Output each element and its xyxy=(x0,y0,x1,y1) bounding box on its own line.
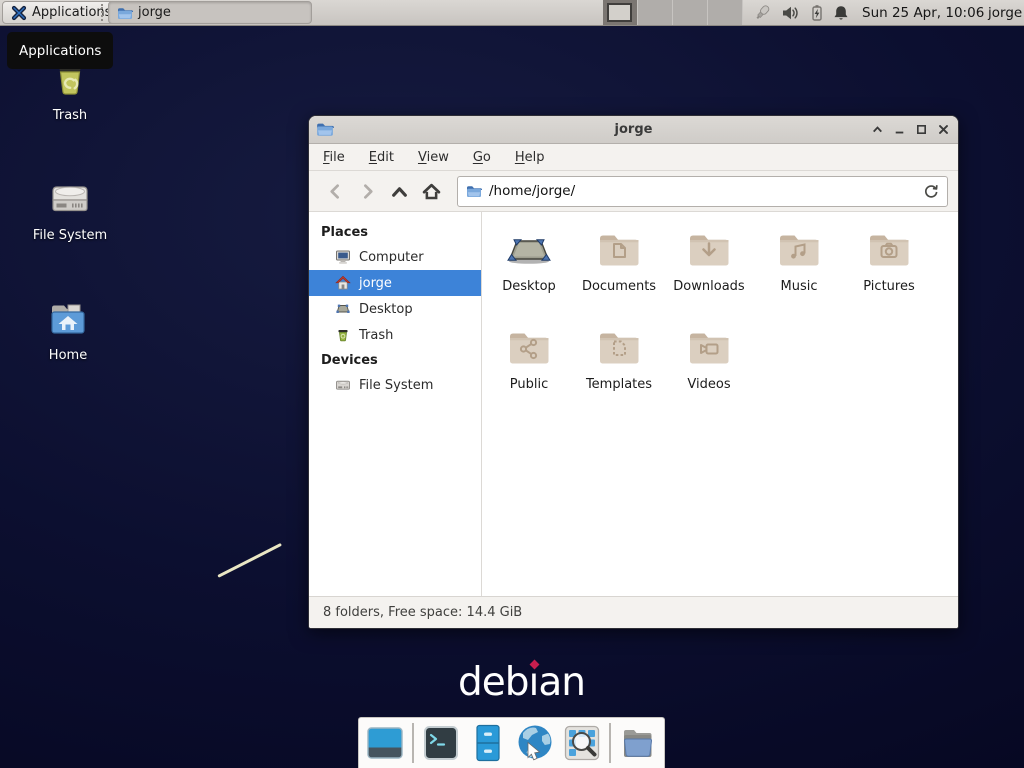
maximize-button[interactable] xyxy=(915,123,928,136)
sidebar-section-places: Places xyxy=(309,220,481,244)
menu-help[interactable]: Help xyxy=(515,150,545,165)
debian-logo: debıan xyxy=(458,660,585,705)
close-button[interactable] xyxy=(937,123,950,136)
sidebar-item-computer[interactable]: Computer xyxy=(309,244,481,270)
forward-icon xyxy=(358,182,377,201)
workspace-switcher xyxy=(603,0,743,25)
up-icon xyxy=(390,182,409,201)
back-button[interactable] xyxy=(319,176,351,206)
applications-tooltip: Applications xyxy=(7,32,113,69)
workspace-4[interactable] xyxy=(708,0,743,25)
stylus-tray-icon[interactable] xyxy=(753,4,771,22)
places-sidebar: Places Computer jorge Desktop Trash xyxy=(309,212,482,596)
desktop-icon-file-system[interactable]: File System xyxy=(22,176,118,243)
window-folder-icon xyxy=(316,120,334,138)
location-bar[interactable]: /home/jorge/ xyxy=(457,176,948,207)
up-button[interactable] xyxy=(383,176,415,206)
sidebar-item-trash[interactable]: Trash xyxy=(309,322,481,348)
battery-icon[interactable] xyxy=(808,4,826,22)
volume-icon[interactable] xyxy=(781,4,799,22)
menu-go[interactable]: Go xyxy=(473,150,491,165)
sidebar-section-devices: Devices xyxy=(309,348,481,372)
folder-icon xyxy=(117,5,133,21)
sidebar-item-file-system[interactable]: File System xyxy=(309,372,481,398)
file-item-templates[interactable]: Templates xyxy=(574,324,664,394)
window-title: jorge xyxy=(309,122,958,137)
folder-icon xyxy=(466,183,482,199)
window-controls xyxy=(871,116,950,143)
workspace-window-thumb xyxy=(607,3,632,22)
file-item-downloads[interactable]: Downloads xyxy=(664,226,754,296)
menu-edit[interactable]: Edit xyxy=(369,150,394,165)
workspace-1[interactable] xyxy=(603,0,638,25)
desktop-icon-label: File System xyxy=(33,228,107,243)
desktop-icon xyxy=(505,226,553,274)
file-item-desktop[interactable]: Desktop xyxy=(484,226,574,296)
trash-icon xyxy=(335,327,351,343)
desktop-root: Applications jorge Sun 25 Apr, 10:06 jor… xyxy=(0,0,1024,768)
notifications-bell-icon[interactable] xyxy=(832,4,850,22)
menu-view[interactable]: View xyxy=(418,150,449,165)
panel-username: jorge xyxy=(988,0,1022,25)
clock[interactable]: Sun 25 Apr, 10:06 xyxy=(862,0,984,25)
toolbar: /home/jorge/ xyxy=(309,171,958,212)
computer-icon xyxy=(335,249,351,265)
status-text: 8 folders, Free space: 14.4 GiB xyxy=(323,605,522,620)
home-button[interactable] xyxy=(415,176,447,206)
sidebar-item-desktop[interactable]: Desktop xyxy=(309,296,481,322)
file-item-pictures[interactable]: Pictures xyxy=(844,226,934,296)
downloads-folder-icon xyxy=(685,226,733,274)
desktop-icon-home[interactable]: Home xyxy=(20,296,116,363)
drive-icon xyxy=(335,377,351,393)
file-item-videos[interactable]: Videos xyxy=(664,324,754,394)
home-icon xyxy=(335,275,351,291)
desktop-icon xyxy=(335,301,351,317)
xorg-logo-icon xyxy=(11,5,27,21)
templates-folder-icon xyxy=(595,324,643,372)
top-panel: Applications jorge Sun 25 Apr, 10:06 jor… xyxy=(0,0,1024,26)
dock-separator xyxy=(609,723,611,763)
sidebar-item-jorge[interactable]: jorge xyxy=(309,270,481,296)
music-folder-icon xyxy=(775,226,823,274)
workspace-2[interactable] xyxy=(638,0,673,25)
desktop-scratch-line xyxy=(217,543,282,578)
panel-separator-grip[interactable] xyxy=(101,4,107,21)
home-icon xyxy=(422,182,441,201)
file-manager-launcher[interactable] xyxy=(468,723,508,763)
file-item-music[interactable]: Music xyxy=(754,226,844,296)
menu-file[interactable]: File xyxy=(323,150,345,165)
shade-button[interactable] xyxy=(871,123,884,136)
window-titlebar[interactable]: jorge xyxy=(309,116,958,144)
taskbar-window-label: jorge xyxy=(138,5,171,20)
taskbar-window-button[interactable]: jorge xyxy=(108,1,312,24)
file-item-public[interactable]: Public xyxy=(484,324,574,394)
drive-icon xyxy=(46,176,94,224)
directory-menu-launcher[interactable] xyxy=(618,723,658,763)
forward-button[interactable] xyxy=(351,176,383,206)
menu-bar: File Edit View Go Help xyxy=(309,144,958,171)
bottom-dock xyxy=(358,717,665,768)
pictures-folder-icon xyxy=(865,226,913,274)
dock-separator xyxy=(412,723,414,763)
file-item-documents[interactable]: Documents xyxy=(574,226,664,296)
application-finder-launcher[interactable] xyxy=(562,723,602,763)
back-icon xyxy=(326,182,345,201)
desktop-settings-launcher[interactable] xyxy=(365,723,405,763)
desktop-icon-label: Trash xyxy=(53,108,87,123)
file-list-view[interactable]: Desktop Documents Downloads Music Pictur… xyxy=(482,212,958,596)
reload-icon[interactable] xyxy=(922,183,939,200)
file-manager-window: jorge File Edit View Go Help /home/jorge… xyxy=(308,115,959,629)
minimize-button[interactable] xyxy=(893,123,906,136)
videos-folder-icon xyxy=(685,324,733,372)
location-path[interactable]: /home/jorge/ xyxy=(489,183,915,199)
status-bar: 8 folders, Free space: 14.4 GiB xyxy=(309,596,958,628)
public-folder-icon xyxy=(505,324,553,372)
applications-menu-label: Applications xyxy=(32,5,111,20)
web-browser-launcher[interactable] xyxy=(515,723,555,763)
home-folder-icon xyxy=(44,296,92,344)
documents-folder-icon xyxy=(595,226,643,274)
terminal-launcher[interactable] xyxy=(421,723,461,763)
workspace-3[interactable] xyxy=(673,0,708,25)
desktop-icon-label: Home xyxy=(49,348,87,363)
